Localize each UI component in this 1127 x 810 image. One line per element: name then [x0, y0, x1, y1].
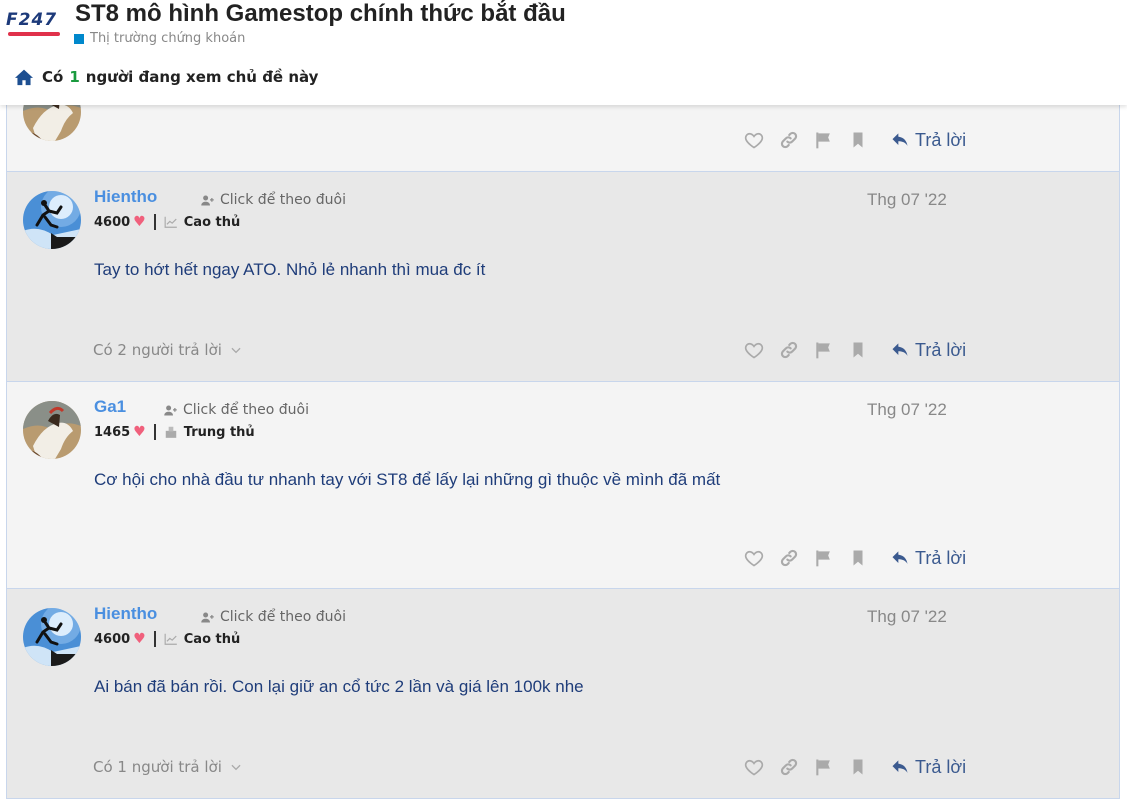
replies-label: Có 1 người trả lời [93, 758, 222, 776]
post-content: Tay to hớt hết ngay ATO. Nhỏ lẻ nhanh th… [94, 260, 486, 279]
post-date[interactable]: Thg 07 '22 [867, 607, 947, 627]
heart-icon: ♥ [133, 631, 146, 647]
avatar-image [23, 401, 81, 459]
avatar-image [23, 608, 81, 666]
post-actions: Trả lời [744, 338, 966, 362]
heart-icon[interactable] [744, 755, 779, 779]
category-badge[interactable]: Thị trường chứng khoán [74, 31, 245, 46]
chart-icon [164, 632, 178, 646]
chevron-down-icon [229, 343, 243, 357]
post-content: Cơ hội cho nhà đầu tư nhanh tay với ST8 … [94, 470, 721, 489]
medal-icon [164, 425, 178, 439]
flag-icon[interactable] [814, 546, 849, 570]
score: 4600 [94, 631, 131, 647]
reply-button[interactable]: Trả lời [890, 548, 966, 569]
bookmark-icon[interactable] [849, 546, 884, 570]
heart-icon[interactable] [744, 128, 779, 152]
divider [153, 631, 156, 647]
chevron-down-icon [229, 760, 243, 774]
reply-icon [890, 340, 910, 360]
follow-label: Click để theo đuôi [220, 192, 346, 208]
viewing-suffix: người đang xem chủ đề này [85, 68, 319, 86]
viewing-notice: Có 1 người đang xem chủ đề này [14, 68, 318, 86]
follow-label: Click để theo đuôi [183, 402, 309, 418]
viewing-count: 1 [69, 68, 80, 86]
link-icon[interactable] [779, 338, 814, 362]
reply-icon [890, 548, 910, 568]
bookmark-icon[interactable] [849, 128, 884, 152]
logo-bar [8, 32, 60, 36]
follow-label: Click để theo đuôi [220, 609, 346, 625]
reply-button[interactable]: Trả lời [890, 340, 966, 361]
divider [153, 424, 156, 440]
follow-button[interactable]: Click để theo đuôi [163, 402, 309, 418]
post-content: Ai bán đã bán rồi. Con lại giữ an cổ tức… [94, 677, 584, 696]
follow-button[interactable]: Click để theo đuôi [200, 609, 346, 625]
link-icon[interactable] [779, 128, 814, 152]
replies-toggle[interactable]: Có 1 người trả lời [93, 758, 243, 776]
reply-button[interactable]: Trả lời [890, 757, 966, 778]
category-label: Thị trường chứng khoán [90, 31, 246, 46]
flag-icon[interactable] [814, 755, 849, 779]
follow-button[interactable]: Click để theo đuôi [200, 192, 346, 208]
bookmark-icon[interactable] [849, 338, 884, 362]
reply-label: Trả lời [915, 339, 967, 360]
topic-header: F247 ST8 mô hình Gamestop chính thức bắt… [0, 0, 1127, 105]
flag-icon[interactable] [814, 338, 849, 362]
reply-label: Trả lời [915, 129, 967, 150]
category-color-square [74, 33, 84, 44]
site-logo[interactable]: F247 [6, 8, 68, 38]
user-meta: 4600 ♥ Cao thủ [94, 631, 240, 647]
rank-label: Cao thủ [183, 631, 241, 647]
replies-toggle[interactable]: Có 2 người trả lời [93, 341, 243, 359]
score: 1465 [94, 424, 131, 440]
reply-icon [890, 130, 910, 150]
score: 4600 [94, 214, 131, 230]
heart-icon[interactable] [744, 338, 779, 362]
avatar[interactable] [23, 608, 81, 666]
username[interactable]: Hientho [94, 187, 157, 207]
post-partial: Trả lời [6, 105, 1120, 172]
post-date[interactable]: Thg 07 '22 [867, 400, 947, 420]
post-actions: Trả lời [744, 128, 966, 152]
post-date[interactable]: Thg 07 '22 [867, 190, 947, 210]
heart-icon[interactable] [744, 546, 779, 570]
heart-icon: ♥ [133, 214, 146, 230]
user-meta: 4600 ♥ Cao thủ [94, 214, 240, 230]
post-actions: Trả lời [744, 755, 966, 779]
post: Ga1 Click để theo đuôi 1465 ♥ Trung thủ … [6, 382, 1120, 589]
chart-icon [164, 215, 178, 229]
follow-icon [200, 193, 215, 208]
replies-label: Có 2 người trả lời [93, 341, 222, 359]
post-stream: Trả lời Hientho Click để theo đuôi 4600 … [6, 105, 1120, 799]
heart-icon: ♥ [133, 424, 146, 440]
username[interactable]: Hientho [94, 604, 157, 624]
reply-icon [890, 757, 910, 777]
follow-icon [200, 610, 215, 625]
post-actions: Trả lời [744, 546, 966, 570]
avatar[interactable] [23, 191, 81, 249]
viewing-prefix: Có [42, 68, 64, 86]
avatar-image [23, 191, 81, 249]
link-icon[interactable] [779, 755, 814, 779]
post: Hientho Click để theo đuôi 4600 ♥ Cao th… [6, 589, 1120, 799]
topic-title[interactable]: ST8 mô hình Gamestop chính thức bắt đầu [75, 0, 566, 28]
reply-button[interactable]: Trả lời [890, 130, 966, 151]
follow-icon [163, 403, 178, 418]
reply-label: Trả lời [915, 547, 967, 568]
post: Hientho Click để theo đuôi 4600 ♥ Cao th… [6, 172, 1120, 382]
rank-label: Trung thủ [183, 424, 255, 440]
link-icon[interactable] [779, 546, 814, 570]
bookmark-icon[interactable] [849, 755, 884, 779]
rank-label: Cao thủ [183, 214, 241, 230]
divider [153, 214, 156, 230]
reply-label: Trả lời [915, 756, 967, 777]
avatar[interactable] [23, 401, 81, 459]
flag-icon[interactable] [814, 128, 849, 152]
username[interactable]: Ga1 [94, 397, 126, 417]
home-icon [15, 69, 33, 86]
logo-text: F247 [6, 10, 58, 30]
user-meta: 1465 ♥ Trung thủ [94, 424, 255, 440]
